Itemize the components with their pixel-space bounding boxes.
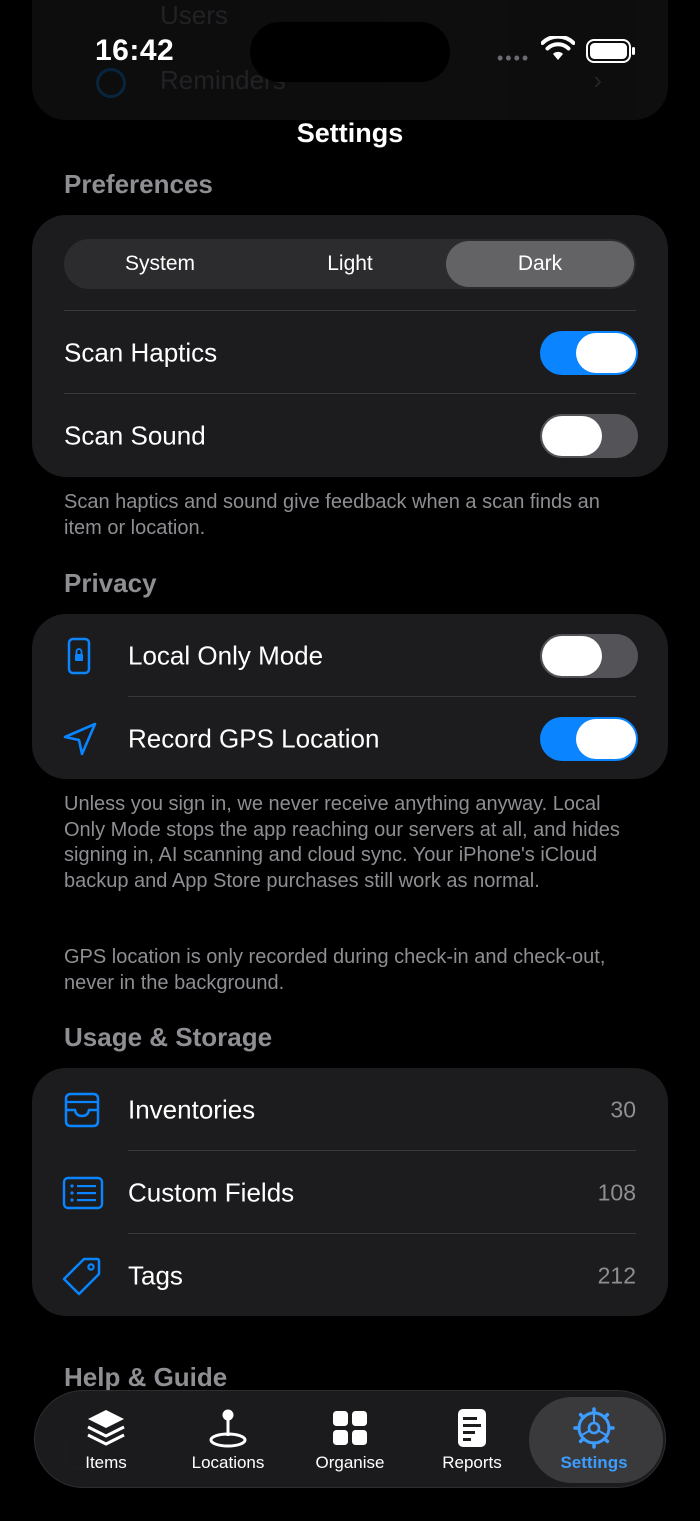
custom-fields-label: Custom Fields [128, 1177, 295, 1207]
location-arrow-icon [63, 722, 97, 755]
local-only-toggle[interactable] [540, 633, 638, 678]
tab-organise-label: Organise [315, 1453, 385, 1472]
preferences-card: System Light Dark Scan Haptics Scan Soun… [32, 215, 668, 477]
toggle-knob [576, 718, 636, 759]
section-header-help: Help & Guide [64, 1362, 228, 1392]
page-title: Settings [296, 118, 404, 148]
list-icon [62, 1176, 104, 1209]
toggle-knob [542, 415, 602, 456]
usage-row-inventories[interactable]: Inventories 30 [32, 1068, 668, 1151]
tab-locations-label: Locations [191, 1453, 265, 1472]
tab-reports[interactable]: Reports [411, 1391, 533, 1489]
stack-icon [87, 1410, 125, 1446]
toggle-knob [542, 635, 602, 676]
local-only-label: Local Only Mode [128, 640, 324, 670]
wifi-icon [541, 36, 575, 60]
tags-label: Tags [128, 1260, 183, 1290]
inventories-count: 30 [610, 1096, 636, 1122]
usage-card: Inventories 30 Custom Fields 108 Tags 21… [32, 1068, 668, 1316]
tray-icon [64, 1092, 100, 1127]
usage-row-tags[interactable]: Tags 212 [32, 1234, 668, 1317]
preferences-footer: Scan haptics and sound give feedback whe… [64, 491, 600, 539]
scan-haptics-label: Scan Haptics [64, 337, 218, 367]
cellular-dots-icon: •••• [497, 48, 531, 68]
section-header-usage: Usage & Storage [64, 1022, 273, 1052]
scan-haptics-toggle[interactable] [540, 330, 638, 375]
grid-icon [333, 1411, 367, 1445]
appearance-segmented-control[interactable]: System Light Dark [64, 239, 636, 289]
tab-reports-label: Reports [442, 1453, 502, 1472]
segment-system[interactable]: System [66, 241, 254, 287]
record-gps-row[interactable]: Record GPS Location [32, 697, 668, 780]
tab-organise[interactable]: Organise [289, 1391, 411, 1489]
record-gps-toggle[interactable] [540, 716, 638, 761]
tag-icon [62, 1257, 101, 1295]
section-header-preferences: Preferences [64, 169, 213, 199]
status-bar: 16:42 •••• [0, 0, 700, 100]
document-icon [458, 1409, 486, 1447]
segment-dark[interactable]: Dark [446, 241, 634, 287]
tab-settings[interactable]: Settings [529, 1391, 663, 1489]
scan-haptics-row[interactable]: Scan Haptics [32, 311, 668, 394]
privacy-footer-gps: GPS location is only recorded during che… [64, 946, 606, 994]
toggle-knob [576, 332, 636, 373]
lock-phone-icon [67, 637, 91, 674]
gear-icon [573, 1407, 615, 1449]
status-time: 16:42 [95, 34, 175, 67]
scan-sound-toggle[interactable] [540, 413, 638, 458]
privacy-footer-local-only: Unless you sign in, we never receive any… [64, 793, 620, 892]
tab-items[interactable]: Items [45, 1391, 167, 1489]
custom-fields-count: 108 [597, 1179, 636, 1205]
record-gps-label: Record GPS Location [128, 723, 380, 753]
local-only-row[interactable]: Local Only Mode [32, 614, 668, 697]
map-pin-icon [209, 1409, 247, 1448]
tab-locations[interactable]: Locations [167, 1391, 289, 1489]
battery-icon [586, 39, 635, 63]
tab-items-label: Items [85, 1453, 127, 1472]
tab-bar: Items Locations Organise Reports Setting… [34, 1390, 666, 1488]
segment-light[interactable]: Light [256, 241, 444, 287]
usage-row-custom-fields[interactable]: Custom Fields 108 [32, 1151, 668, 1234]
dynamic-island [250, 22, 450, 82]
privacy-card: Local Only Mode Record GPS Location [32, 614, 668, 779]
section-header-privacy: Privacy [64, 568, 157, 598]
inventories-label: Inventories [128, 1094, 256, 1124]
scan-sound-row[interactable]: Scan Sound [32, 394, 668, 477]
tags-count: 212 [597, 1262, 636, 1288]
scan-sound-label: Scan Sound [64, 420, 206, 450]
tab-settings-label: Settings [560, 1453, 628, 1472]
